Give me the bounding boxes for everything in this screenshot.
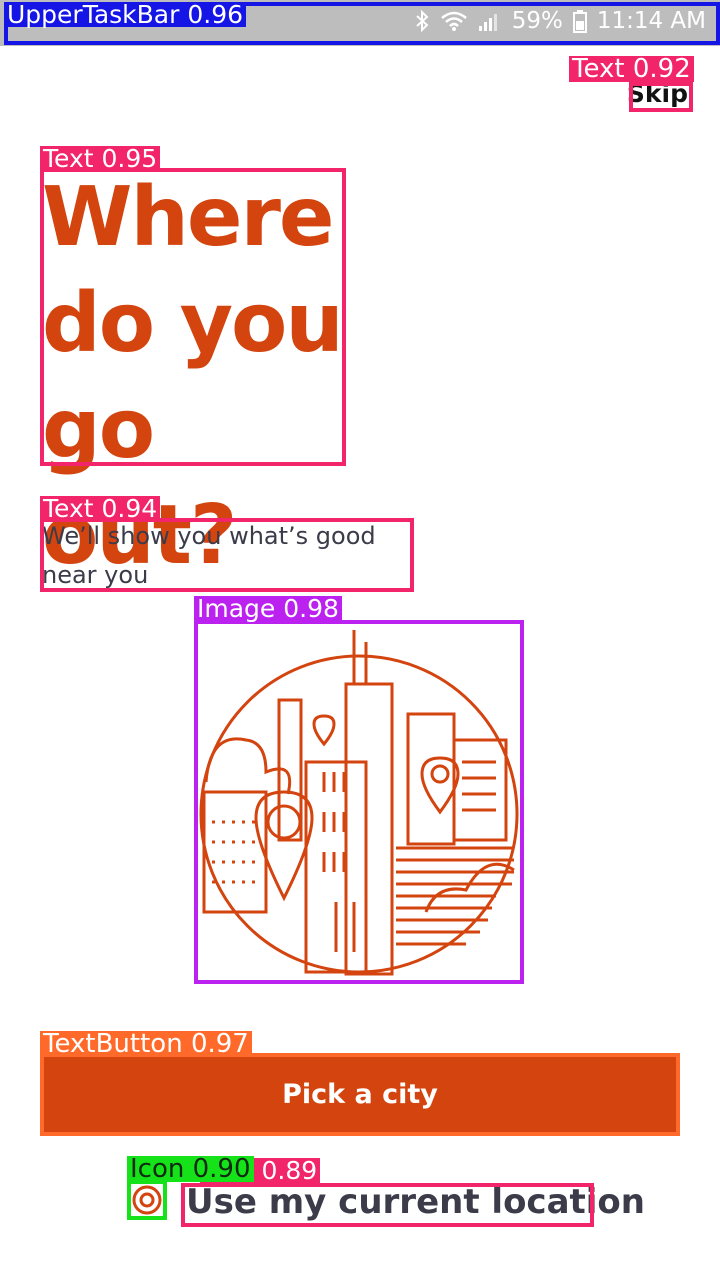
detection-box-subtitle <box>40 518 414 592</box>
detection-box-headline <box>40 168 346 466</box>
detection-box-location-icon <box>127 1180 167 1220</box>
detection-box-illustration <box>194 620 524 984</box>
detection-label-illustration: Image 0.98 <box>194 596 342 621</box>
detection-label-pick-city: TextButton 0.97 <box>40 1031 252 1057</box>
detection-box-skip <box>629 82 693 112</box>
detection-label-skip: Text 0.92 <box>569 56 694 82</box>
detection-box-pick-city <box>40 1053 680 1136</box>
detection-label-subtitle: Text 0.94 <box>40 496 161 521</box>
detection-box-location-text <box>181 1183 594 1227</box>
detection-label-status-bar: UpperTaskBar 0.96 <box>4 2 247 27</box>
detection-label-headline: Text 0.95 <box>40 146 161 171</box>
detection-label-location-icon: Icon 0.90 <box>127 1156 254 1182</box>
